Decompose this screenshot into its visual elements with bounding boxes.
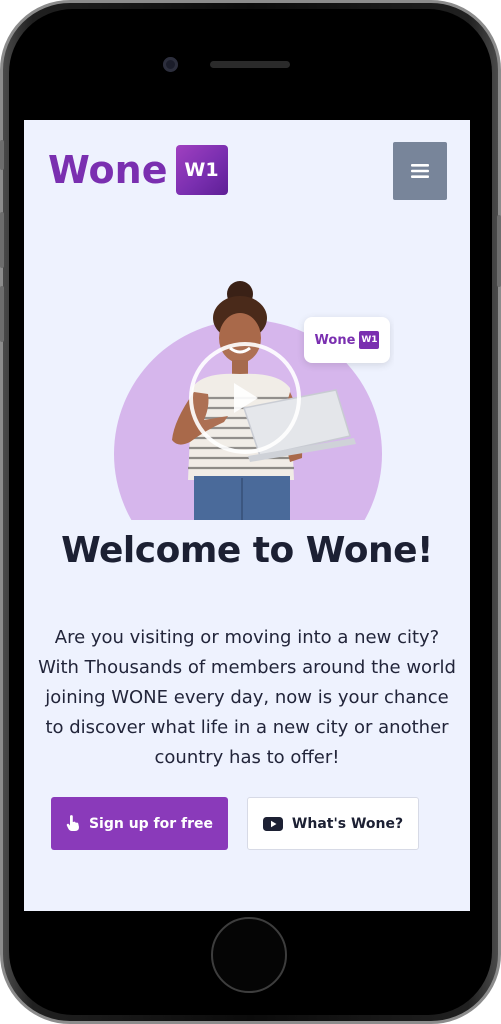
whats-wone-button[interactable]: What's Wone? [247, 797, 419, 850]
brand-logo[interactable]: Wone W1 [48, 144, 228, 196]
youtube-icon [262, 816, 283, 831]
hero-illustration: Wone W1 [104, 280, 390, 520]
whats-wone-label: What's Wone? [291, 815, 404, 832]
hero-image-area: Wone W1 [104, 280, 394, 520]
menu-button[interactable] [393, 142, 447, 200]
signup-button[interactable]: Sign up for free [51, 797, 228, 850]
signup-label: Sign up for free [88, 815, 214, 832]
app-screen: Wone W1 Wone W1 Welcome to Wone! Are you… [24, 120, 470, 911]
page-title: Welcome to Wone! [61, 530, 433, 571]
mute-switch [0, 140, 4, 170]
hand-pointer-icon [66, 815, 80, 832]
volume-down-button [0, 286, 4, 342]
play-video-button[interactable] [189, 342, 301, 454]
front-camera [163, 57, 178, 72]
brand-name: Wone [48, 148, 168, 192]
earpiece-speaker [210, 61, 290, 68]
floating-logo-name: Wone [314, 332, 356, 348]
volume-up-button [0, 212, 4, 268]
hamburger-menu-icon [411, 164, 429, 178]
floating-logo-card: Wone W1 [304, 317, 390, 363]
brand-badge: W1 [175, 145, 228, 195]
home-button[interactable] [211, 917, 287, 993]
floating-logo-badge: W1 [359, 331, 380, 349]
play-icon [234, 383, 258, 413]
power-button [497, 215, 501, 287]
intro-paragraph: Are you visiting or moving into a new ci… [38, 627, 456, 768]
